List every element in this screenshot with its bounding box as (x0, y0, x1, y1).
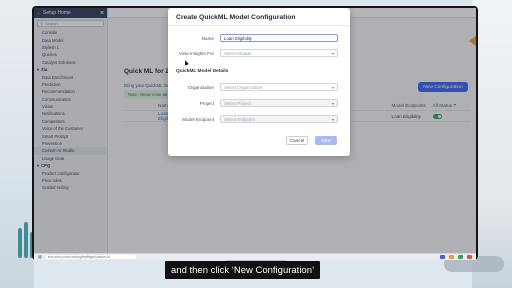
chevron-down-icon: ▾ (331, 100, 334, 106)
app-icon[interactable] (449, 255, 454, 259)
name-field[interactable]: Loan Eligibility (220, 34, 338, 42)
background-left (0, 0, 34, 288)
organization-select[interactable]: Select Organization ▾ (220, 83, 338, 91)
modal-title: Create QuickML Model Configuration (176, 14, 296, 21)
video-caption: and then click ‘New Configuration’ (165, 261, 321, 279)
plant-decoration (18, 228, 22, 258)
project-label: Project (199, 101, 214, 106)
app-icon[interactable] (440, 255, 445, 259)
organization-placeholder: Select Organization (224, 84, 263, 90)
view-insights-placeholder: Select Module (224, 50, 252, 56)
address-bar[interactable]: krm.zoho.com/crm/org/settings/custom-ai (45, 255, 136, 259)
next-button[interactable]: Next (315, 136, 337, 145)
view-insights-select[interactable]: Select Module ▾ (220, 49, 338, 57)
chevron-down-icon: ▾ (331, 116, 334, 122)
quickml-details-heading: QuickML Model Details (176, 69, 229, 74)
endpoint-label: Model Endpoint (182, 117, 214, 122)
windows-start-icon[interactable]: ▦ (38, 255, 42, 259)
app-icon[interactable] (458, 255, 463, 259)
mouse-cursor-icon (183, 59, 189, 66)
monitor: ← Setup Home ⌘ ⚲ Search Console Data Mode… (32, 6, 478, 260)
taskbar: ▦ krm.zoho.com/crm/org/settings/custom-a… (34, 253, 476, 260)
app-icon[interactable] (467, 255, 472, 259)
background-right (472, 0, 512, 288)
endpoint-placeholder: Select Endpoint (224, 116, 255, 122)
chevron-down-icon: ▾ (331, 50, 334, 56)
screen: ← Setup Home ⌘ ⚲ Search Console Data Mode… (34, 8, 476, 260)
cancel-button[interactable]: Cancel (286, 136, 308, 145)
modal-divider (168, 25, 350, 26)
chevron-down-icon: ▾ (331, 84, 334, 90)
project-placeholder: Select Project (224, 100, 252, 106)
endpoint-select[interactable]: Select Endpoint ▾ (220, 115, 338, 123)
view-insights-label: View Insights For (178, 51, 214, 56)
name-field-value: Loan Eligibility (224, 35, 253, 41)
organization-label: Organization (187, 85, 214, 90)
plant-decoration (24, 222, 28, 258)
create-config-modal: Create QuickML Model Configuration Name … (168, 8, 350, 156)
project-select[interactable]: Select Project ▾ (220, 99, 338, 107)
name-label: Name (201, 36, 214, 41)
